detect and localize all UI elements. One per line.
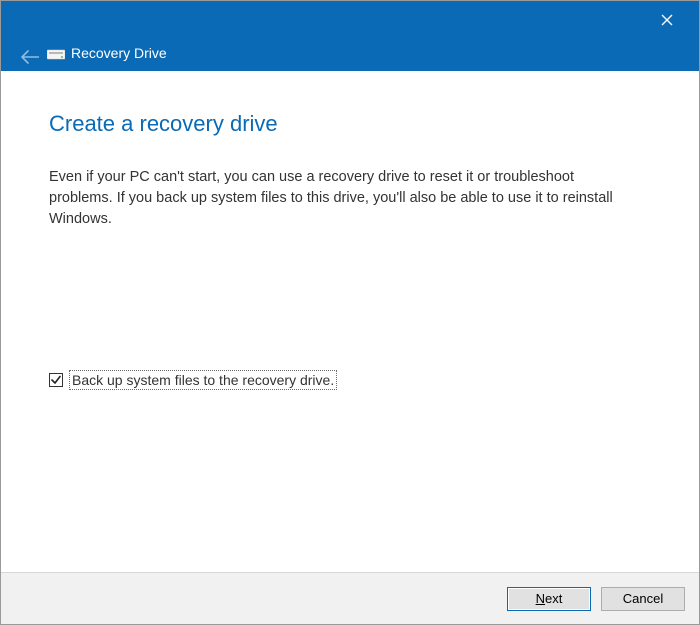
checkmark-icon xyxy=(51,372,61,388)
titlebar: Recovery Drive xyxy=(1,1,699,71)
next-rest: ext xyxy=(545,591,562,606)
content-area: Create a recovery drive Even if your PC … xyxy=(1,71,699,572)
description-text: Even if your PC can't start, you can use… xyxy=(49,167,619,230)
button-bar: Next Cancel xyxy=(1,572,699,624)
backup-checkbox[interactable] xyxy=(49,373,63,387)
window-title: Recovery Drive xyxy=(71,45,167,61)
back-button[interactable] xyxy=(21,49,39,65)
backup-checkbox-row: Back up system files to the recovery dri… xyxy=(49,370,651,390)
next-button[interactable]: Next xyxy=(507,587,591,611)
next-mnemonic: N xyxy=(536,591,545,606)
wizard-window: Recovery Drive Create a recovery drive E… xyxy=(0,0,700,625)
arrow-left-icon xyxy=(21,52,39,69)
backup-checkbox-label: Back up system files to the recovery dri… xyxy=(69,370,337,390)
drive-icon xyxy=(47,47,65,61)
close-button[interactable] xyxy=(647,7,687,35)
page-heading: Create a recovery drive xyxy=(49,111,651,137)
close-icon xyxy=(661,13,673,29)
cancel-button[interactable]: Cancel xyxy=(601,587,685,611)
